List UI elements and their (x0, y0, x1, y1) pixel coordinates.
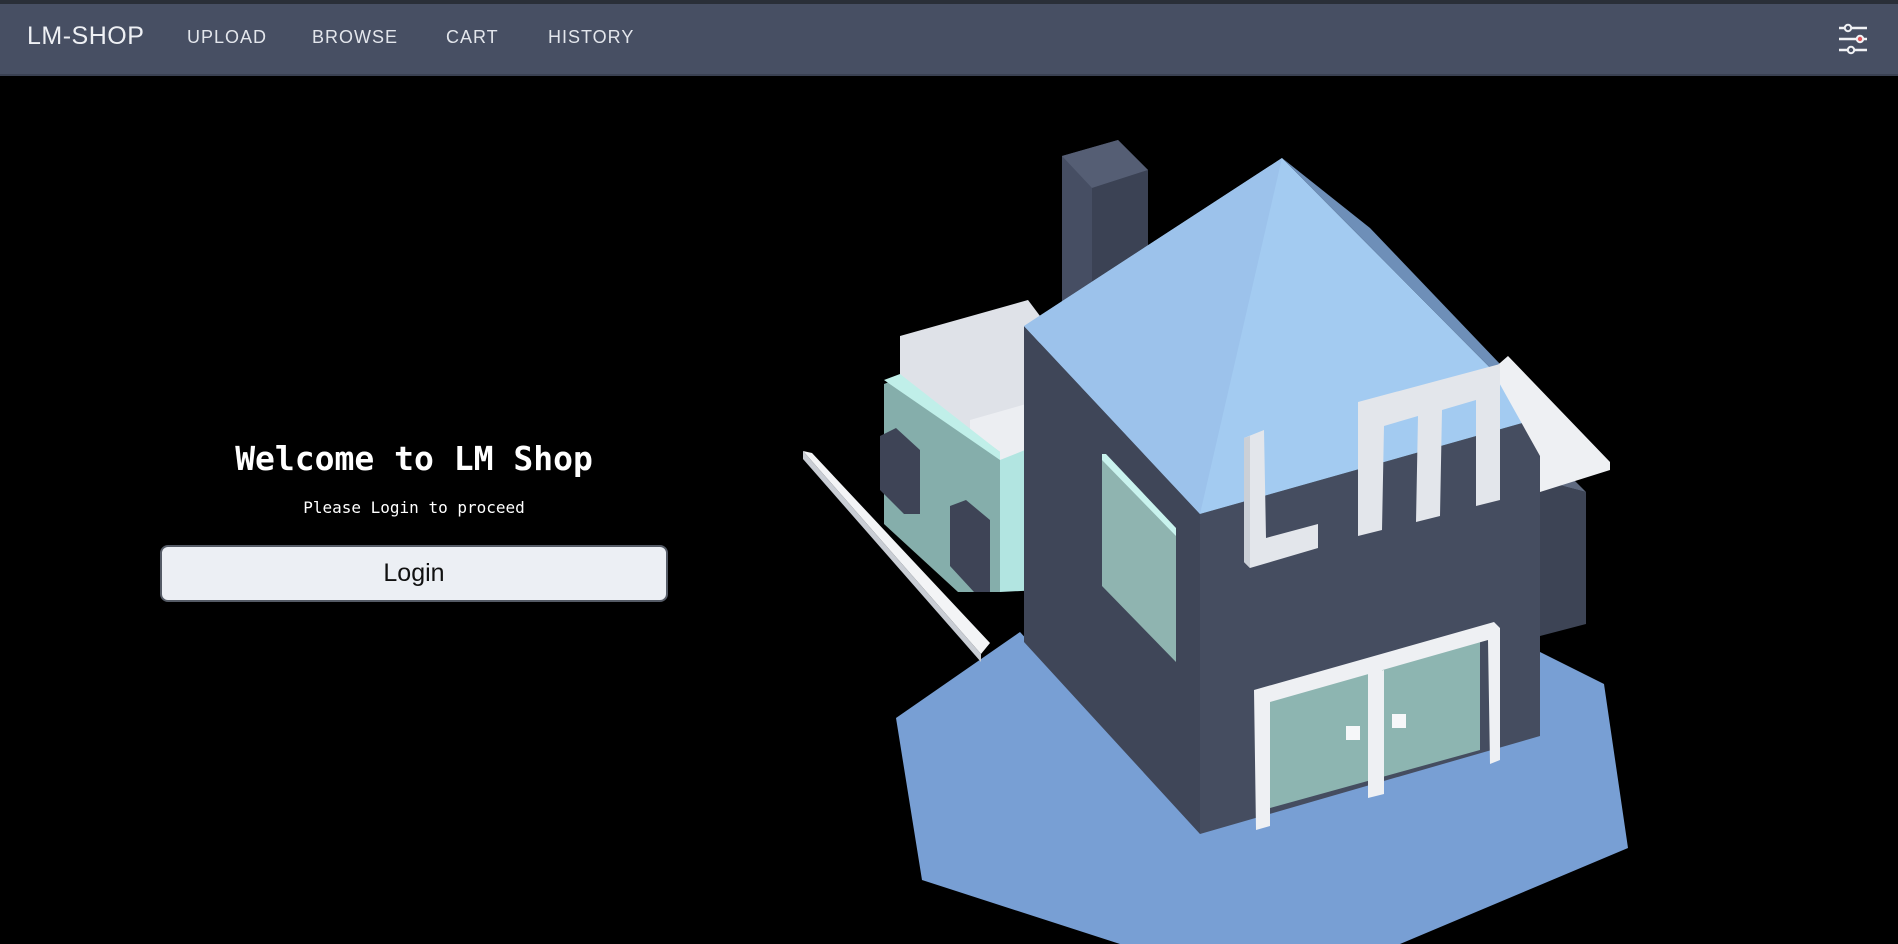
settings-button[interactable] (1837, 22, 1869, 56)
welcome-panel: Welcome to LM Shop Please Login to proce… (160, 439, 668, 518)
top-navbar: LM-SHOP UPLOAD BROWSE CART HISTORY (0, 4, 1898, 76)
nav-upload[interactable]: UPLOAD (187, 27, 267, 48)
welcome-subtitle: Please Login to proceed (303, 498, 525, 517)
nav-browse[interactable]: BROWSE (312, 27, 398, 48)
brand-logo[interactable]: LM-SHOP (27, 22, 144, 51)
login-button[interactable]: Login (160, 545, 668, 602)
nav-history[interactable]: HISTORY (548, 27, 634, 48)
sliders-icon (1839, 23, 1867, 55)
nav-cart[interactable]: CART (446, 27, 499, 48)
welcome-title: Welcome to LM Shop (235, 439, 593, 478)
